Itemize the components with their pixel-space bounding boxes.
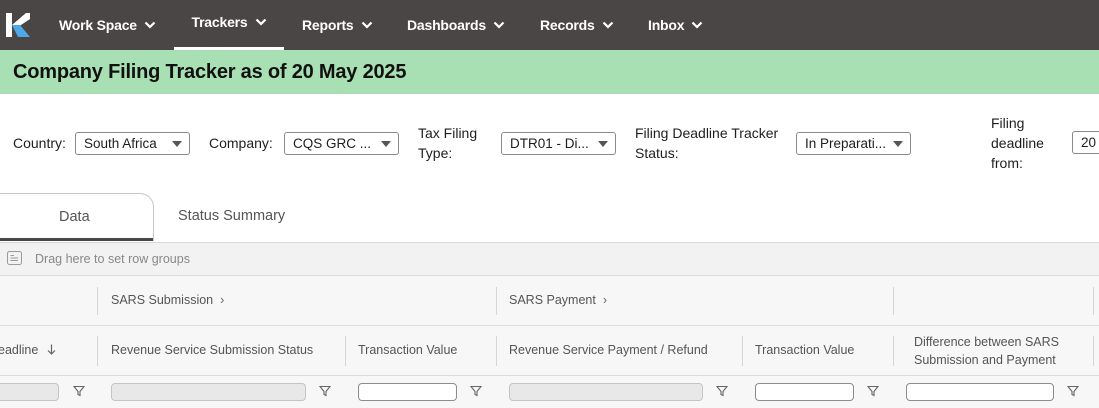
caret-down-icon: [381, 141, 391, 147]
deadline-from-input[interactable]: 20: [1072, 131, 1099, 154]
chevron-down-icon: [692, 21, 703, 29]
column-header-submission-status[interactable]: Revenue Service Submission Status: [111, 343, 313, 357]
column-divider: [1093, 336, 1094, 366]
nav-reports-label: Reports: [302, 17, 354, 33]
group-header-sars-payment[interactable]: SARS Payment ›: [509, 293, 607, 307]
nav-inbox[interactable]: Inbox: [648, 0, 703, 50]
deadline-from-label-line3: from:: [991, 155, 1023, 171]
page-title-bar: Company Filing Tracker as of 20 May 2025: [0, 50, 1099, 94]
deadline-status-select[interactable]: In Preparati...: [796, 132, 911, 155]
column-divider: [496, 336, 497, 366]
deadline-from-label-line1: Filing: [991, 115, 1025, 131]
tab-data-label: Data: [59, 209, 90, 225]
chevron-right-icon: ›: [602, 293, 608, 307]
column-header-difference[interactable]: Difference between SARS Submission and P…: [914, 333, 1074, 369]
top-nav-bar: Work Space Trackers Reports Dashboards R…: [0, 0, 1099, 50]
chevron-right-icon: ›: [220, 293, 225, 307]
tax-filing-type-label-line1: Tax Filing: [418, 125, 478, 141]
column-divider: [97, 336, 98, 366]
group-header-sars-submission-label: SARS Submission: [111, 293, 214, 307]
tax-filing-type-select[interactable]: DTR01 - Di...: [501, 132, 616, 155]
tab-active-indicator: [0, 238, 153, 241]
chevron-down-icon: [361, 21, 372, 29]
data-grid: Drag here to set row groups SARS Submiss…: [0, 242, 1099, 408]
tab-status-summary[interactable]: Status Summary: [178, 208, 285, 224]
deadline-status-label-line1: Filing Deadline Tracker: [635, 125, 779, 141]
chevron-down-icon: [493, 21, 505, 29]
caret-down-icon: [893, 141, 903, 147]
page-title: Company Filing Tracker as of 20 May 2025: [13, 61, 407, 83]
group-header-sars-payment-label: SARS Payment: [509, 293, 596, 307]
deadline-from-label-line2: deadline: [991, 135, 1044, 151]
chevron-down-icon: [602, 21, 613, 29]
group-header-sars-submission[interactable]: SARS Submission ›: [111, 293, 224, 307]
deadline-status-label-line2: Status:: [635, 145, 679, 161]
column-header-difference-line2: Submission and Payment: [914, 353, 1056, 367]
column-divider: [496, 287, 497, 315]
column-divider: [893, 287, 894, 315]
filter-funnel-icon[interactable]: [1067, 385, 1079, 397]
nav-reports[interactable]: Reports: [302, 0, 373, 50]
column-header-difference-line1: Difference between SARS: [914, 335, 1059, 349]
column-header-transaction-value-2[interactable]: Transaction Value: [755, 343, 854, 357]
deadline-from-value: 20: [1081, 135, 1097, 150]
nav-records[interactable]: Records: [540, 0, 614, 50]
row-group-panel[interactable]: Drag here to set row groups: [0, 243, 1099, 276]
column-divider: [1093, 287, 1094, 315]
nav-workspace-label: Work Space: [59, 17, 137, 33]
app-logo[interactable]: [6, 13, 30, 37]
deadline-filter-input[interactable]: [0, 383, 59, 401]
group-header-row: SARS Submission › SARS Payment ›: [0, 276, 1099, 326]
filter-row: [0, 376, 1099, 408]
country-label: Country:: [13, 135, 66, 151]
transaction-value-filter-input[interactable]: [358, 383, 457, 401]
column-header-payment-refund[interactable]: Revenue Service Payment / Refund: [509, 343, 708, 357]
caret-down-icon: [172, 141, 182, 147]
filter-funnel-icon[interactable]: [470, 385, 482, 397]
transaction-value-2-filter-input[interactable]: [755, 383, 854, 401]
nav-inbox-label: Inbox: [648, 17, 685, 33]
tab-data[interactable]: Data: [0, 193, 154, 241]
chevron-down-icon: [255, 18, 266, 26]
nav-workspace[interactable]: Work Space: [59, 0, 156, 50]
company-select-value: CQS GRC ...: [293, 136, 372, 151]
nav-records-label: Records: [540, 17, 595, 33]
submission-status-filter-input[interactable]: [111, 383, 306, 401]
company-select[interactable]: CQS GRC ...: [284, 132, 399, 155]
tab-status-summary-label: Status Summary: [178, 208, 286, 224]
difference-filter-input[interactable]: [906, 383, 1054, 401]
payment-refund-filter-input[interactable]: [509, 383, 703, 401]
chevron-down-icon: [144, 21, 156, 29]
tax-filing-type-select-value: DTR01 - Di...: [510, 136, 589, 151]
deadline-status-select-value: In Preparati...: [805, 136, 887, 151]
filter-funnel-icon[interactable]: [716, 385, 728, 397]
tax-filing-type-label-line2: Type:: [418, 145, 453, 161]
row-group-icon: [7, 251, 22, 265]
nav-trackers[interactable]: Trackers: [174, 0, 284, 50]
caret-down-icon: [598, 141, 608, 147]
column-header-row: eadline Revenue Service Submission Statu…: [0, 326, 1099, 376]
filter-funnel-icon[interactable]: [867, 385, 879, 397]
country-select-value: South Africa: [84, 136, 157, 151]
company-label: Company:: [209, 135, 273, 151]
column-divider: [97, 287, 98, 315]
row-group-hint: Drag here to set row groups: [35, 252, 190, 266]
column-divider: [742, 336, 743, 366]
country-select[interactable]: South Africa: [75, 132, 190, 155]
column-header-deadline-label: eadline: [0, 343, 39, 357]
column-header-deadline[interactable]: eadline: [0, 343, 56, 357]
column-divider: [893, 336, 894, 366]
column-header-transaction-value[interactable]: Transaction Value: [358, 343, 457, 357]
nav-trackers-label: Trackers: [191, 13, 248, 30]
filter-funnel-icon[interactable]: [319, 385, 331, 397]
nav-dashboards-label: Dashboards: [407, 17, 486, 33]
column-divider: [345, 336, 346, 366]
filter-funnel-icon[interactable]: [73, 385, 85, 397]
sort-descending-icon: [47, 344, 56, 355]
nav-dashboards[interactable]: Dashboards: [407, 0, 505, 50]
